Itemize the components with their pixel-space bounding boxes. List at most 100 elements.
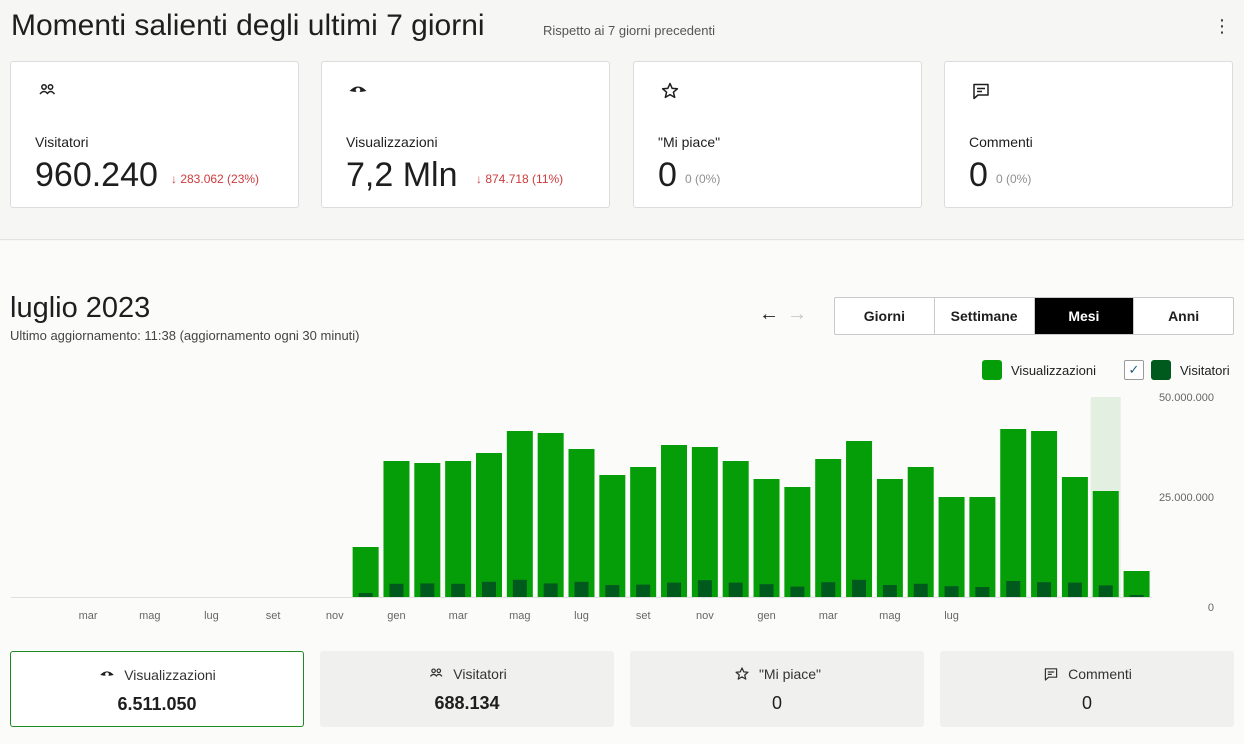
last-updated-text: Ultimo aggiornamento: 11:38 (aggiornamen…: [10, 328, 360, 343]
bar-views: [630, 467, 657, 597]
highlights-section: Momenti salienti degli ultimi 7 giorni R…: [0, 0, 1244, 240]
stat-label: Commenti: [1068, 666, 1132, 682]
bar-visitors: [759, 584, 774, 597]
x-tick-label: gen: [387, 610, 405, 622]
card-label: Visitatori: [35, 134, 89, 150]
x-tick-label: nov: [326, 610, 344, 622]
stat-value: 0: [1081, 693, 1092, 713]
bar-views: [1000, 429, 1027, 597]
y-tick-label: 0: [1208, 602, 1214, 614]
bar-visitors: [1037, 582, 1052, 597]
bar-views: [846, 441, 873, 597]
x-tick-label: mag: [139, 610, 160, 622]
legend-views-swatch: [982, 360, 1002, 380]
comment-icon: [973, 83, 989, 100]
tab-mesi[interactable]: Mesi: [1034, 298, 1135, 334]
card-visitors: Visitatori 960.240 ↓ 283.062 (23%): [10, 61, 299, 208]
bar-views: [383, 461, 410, 597]
people-icon: [430, 668, 443, 677]
x-tick-label: mar: [819, 610, 838, 622]
more-vertical-icon[interactable]: ⋮: [1212, 15, 1232, 37]
bar-visitors: [975, 587, 990, 597]
bar-views: [506, 431, 533, 597]
star-icon: [661, 82, 679, 99]
stat-header: Visualizzazioni: [11, 667, 303, 683]
legend-visitors-label: Visitatori: [1180, 362, 1230, 378]
bar-views: [1061, 477, 1088, 597]
x-tick-label: mar: [449, 610, 468, 622]
bar-views: [1092, 491, 1119, 597]
bar-visitors: [1006, 581, 1021, 597]
bar-visitors: [852, 579, 867, 597]
arrow-left-icon[interactable]: ←: [758, 303, 780, 325]
comment-icon: [1044, 668, 1058, 681]
bar-visitors: [389, 583, 404, 597]
tab-anni[interactable]: Anni: [1134, 298, 1233, 334]
x-tick-label: lug: [574, 610, 589, 622]
bar-visitors: [821, 582, 836, 597]
bar-views: [1031, 431, 1058, 597]
page-title: Momenti salienti degli ultimi 7 giorni: [11, 9, 485, 42]
bar-visitors: [882, 585, 897, 597]
bar-views: [815, 459, 842, 597]
eye-icon: [100, 671, 115, 677]
legend-views: Visualizzazioni: [982, 359, 1096, 381]
bar-visitors: [728, 582, 743, 597]
bar-views: [722, 461, 749, 597]
bar-views: [568, 449, 595, 597]
x-tick-label: set: [636, 610, 651, 622]
bar-views: [691, 447, 718, 597]
bar-views: [753, 479, 780, 597]
bar-views: [938, 497, 965, 597]
traffic-bar-chart: 50.000.000 25.000.000 0 mar mag lug set nov gen m…: [11, 392, 1214, 622]
period-title: luglio 2023: [10, 292, 151, 324]
card-value: 960.240: [35, 156, 158, 194]
bar-visitors: [481, 581, 496, 597]
bar-visitors: [1129, 595, 1144, 597]
bar-views: [599, 475, 626, 597]
card-likes: "Mi piace" 0 0 (0%): [633, 61, 922, 208]
stat-views[interactable]: Visualizzazioni 6.511.050: [10, 651, 304, 727]
x-tick-label: gen: [757, 610, 775, 622]
bar-views: [1123, 571, 1150, 597]
people-icon: [39, 84, 56, 95]
bar-views: [537, 433, 564, 597]
stat-label: Visitatori: [453, 666, 507, 682]
bar-views: [661, 445, 688, 597]
bar-views: [445, 461, 472, 597]
bar-visitors: [420, 583, 435, 597]
stat-visitors[interactable]: Visitatori 688.134: [320, 651, 614, 727]
card-delta: ↓ 874.718 (11%): [476, 172, 564, 186]
x-tick-label: lug: [944, 610, 959, 622]
bar-visitors: [358, 593, 373, 597]
stat-comments[interactable]: Commenti 0: [940, 651, 1234, 727]
stat-label: "Mi piace": [758, 666, 822, 682]
bar-visitors: [543, 583, 558, 597]
visitors-checkbox[interactable]: ✓: [1124, 360, 1144, 380]
x-tick-label: mag: [509, 610, 530, 622]
stat-likes[interactable]: "Mi piace" 0: [630, 651, 924, 727]
y-tick-label: 50.000.000: [1159, 392, 1214, 404]
x-tick-label: set: [266, 610, 281, 622]
x-tick-label: mar: [79, 610, 98, 622]
bar-visitors: [636, 584, 651, 597]
bar-visitors: [667, 582, 682, 597]
bar-visitors: [574, 581, 589, 597]
card-delta: 0 (0%): [685, 172, 721, 186]
card-value: 0: [658, 156, 677, 194]
tab-giorni[interactable]: Giorni: [835, 298, 935, 334]
x-tick-label: nov: [696, 610, 714, 622]
bar-views: [784, 487, 811, 597]
bar-views: [414, 463, 441, 597]
stat-value: 6.511.050: [117, 694, 197, 714]
bar-visitors: [1098, 585, 1113, 597]
stat-label: Visualizzazioni: [124, 667, 216, 683]
card-comments: Commenti 0 0 (0%): [944, 61, 1233, 208]
card-value: 7,2 Mln: [346, 156, 458, 194]
stat-header: Visitatori: [320, 666, 614, 682]
bar-visitors: [790, 586, 805, 597]
tab-settimane[interactable]: Settimane: [935, 298, 1035, 334]
x-tick-label: mag: [879, 610, 900, 622]
bar-views: [969, 497, 996, 597]
eye-icon: [349, 86, 367, 93]
